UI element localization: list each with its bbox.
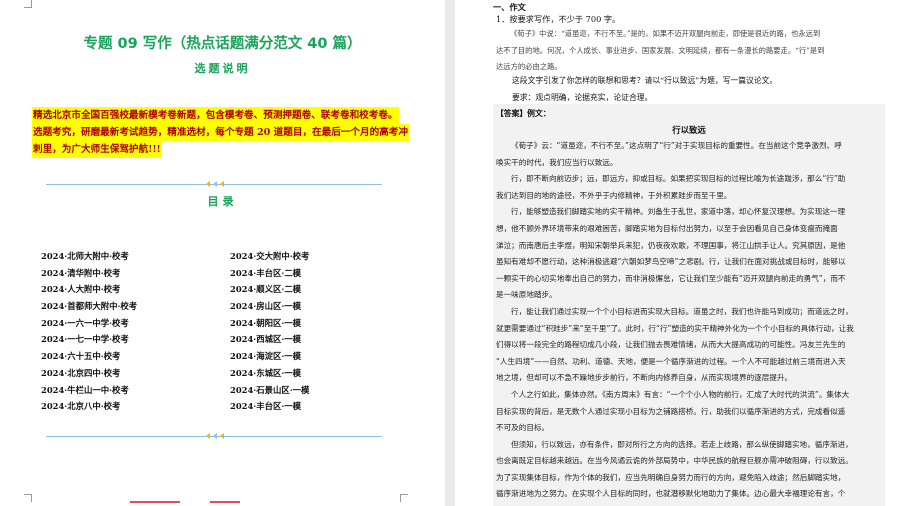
essay-line: 们得以将一段完全的路程切成几小段，让我们抛去畏难情绪，从而大大提高成功的可能性。… [496, 340, 846, 350]
highlight-line: 选题考究，研磨最新考试趋势，精准选材，每个专题 20 道题目，在最后一个月的高考… [32, 124, 409, 141]
toc-link[interactable]: 2024·海淀区·一模 [230, 348, 309, 365]
toc-link[interactable]: 2024·一六一中学·校考 [41, 315, 137, 332]
page-corner-mark [400, 494, 408, 502]
essay-line: 也会离既定目标越来越远。在当今风谲云诡的外部局势中，中华民族的航程巨舰亦需冲破阻… [496, 456, 853, 466]
essay-line: “人生四境”——自然、功利、道德、天地，便是一个循序渐进的过程。一个人不可能越过… [496, 356, 846, 366]
toc-link[interactable]: 2024·房山区·一模 [230, 298, 309, 315]
essay-line: 行，即不断向前迈步；远，即远方，抑或目标。如果把实现目标的过程比喻为长途跋涉，那… [511, 174, 846, 184]
answer-label: 【答案】例文： [496, 109, 551, 118]
highlight-line: 刺里，为广大师生保驾护航!!! [32, 141, 162, 158]
toc-divider-bottom [46, 433, 382, 439]
prompt-line: 这段文字引发了你怎样的联想和思考？请以“行以致远”为题，写一篇议论文。 [512, 76, 778, 85]
toc-link[interactable]: 2024·牛栏山一中·校考 [41, 382, 137, 399]
document-title: 专题 09 写作（热点话题满分范文 40 篇） [83, 36, 362, 52]
toc-link[interactable]: 2024·顺义区·二模 [230, 281, 309, 298]
essay-body: 《荀子》云：“道虽迩，不行不至。”这点明了“行”对于实现目标的重要性。在当前这个… [496, 138, 886, 503]
essay-line: 涕泣；而南唐后主李煜，明知宋朝举兵来犯，仍夜夜欢歌，不理国事，将江山拱手让人。究… [496, 240, 846, 250]
essay-line: 地之境，但却可以不急不躁地步步前行，不断向内修养自身，从而实现境界的逐层提升。 [496, 373, 793, 383]
essay-line: 《荀子》云：“道虽迩，不行不至。”这点明了“行”对于实现目标的重要性。在当前这个… [511, 141, 842, 150]
toc-link[interactable]: 2024·西城区·一模 [230, 331, 309, 348]
essay-line: 目标实现的背后，是无数个人通过实现小目标为之铺路搭桥。行，助我们以循序渐进的方式… [496, 406, 846, 416]
toc-link[interactable]: 2024·首都师大附中·校考 [41, 298, 137, 315]
toc-link[interactable]: 2024·朝阳区·一模 [230, 315, 309, 332]
essay-line: 想，他不顾外界环境带来的艰难困苦，脚踏实地为目标付出努力，以至于会因看见自己身体… [496, 223, 838, 233]
toc-title: 目录 [207, 195, 238, 208]
highlight-line: 精选北京市全国百强校最新模考卷新题，包含模考卷、预测押题卷、联考卷和校考卷。 [32, 107, 399, 124]
page-corner-mark [24, 0, 32, 8]
toc-link[interactable]: 2024·丰台区·二模 [230, 265, 309, 282]
toc-link[interactable]: 2024·北京八中·校考 [41, 398, 137, 415]
essay-line: 为了实现集体目标，作为个体的我们，应当先明确自身努力而行的方向，避免陷入歧途；然… [496, 472, 846, 482]
toc-link[interactable]: 2024·丰台区·一模 [230, 398, 309, 415]
essay-line: 但须知，行以致远，亦有条件，即对所行之方向的选择。若走上歧路，那么纵使脚踏实地，… [511, 439, 853, 449]
essay-line: 行，能让我们通过实现一个个小目标进而实现大目标。道虽之时，我们也许能马到成功；而… [511, 306, 853, 316]
question-line: 1．按要求写作，不少于 700 字。 [496, 14, 621, 24]
toc-link[interactable]: 2024·石景山区·一模 [230, 382, 309, 399]
essay-line: 就更需要通过“积跬步”来“至千里”了。此时，行“行”塑造的实干精神外化为一个个小… [496, 323, 854, 333]
document-page-left: 专题 09 写作（热点话题满分范文 40 篇） 选题说明 精选北京市全国百强校最… [0, 0, 445, 506]
toc-link[interactable]: 2024·六十五中·校考 [41, 348, 137, 365]
toc-link[interactable]: 2024·北京四中·校考 [41, 365, 137, 382]
divider-ornament-icon [206, 181, 224, 187]
highlighted-intro: 精选北京市全国百强校最新模考卷新题，包含模考卷、预测押题卷、联考卷和校考卷。 选… [32, 107, 409, 158]
toc-column-left: 2024·北师大附中·校考 2024·清华附中·校考 2024·人大附中·校考 … [41, 248, 137, 415]
essay-line: 唤实干的时代，我们应当行以致远。 [496, 157, 618, 167]
essay-line: 不可及的目标。 [496, 423, 550, 433]
essay-line: 虽知有难却不愿行动，这种消极逃避“六朝如梦鸟空啼”之悲剧。行，让我们在面对挑战或… [496, 257, 846, 267]
quote-paragraph: 《荀子》中说：“道虽迩，不行不至。”是的，如果不迈开双腿向前走，即使是很近的路，… [496, 26, 886, 76]
essay-title: 行以致远 [672, 125, 706, 135]
quote-line: 《荀子》中说：“道虽迩，不行不至。”是的，如果不迈开双腿向前走，即使是很近的路，… [510, 29, 821, 38]
toc-link[interactable]: 2024·人大附中·校考 [41, 281, 137, 298]
toc-column-right: 2024·交大附中·校考 2024·丰台区·二模 2024·顺义区·二模 202… [230, 248, 309, 415]
toc-link[interactable]: 2024·东城区·一模 [230, 365, 309, 382]
page-corner-mark [24, 494, 32, 502]
essay-line: 一颗实干的心切实地奉出自己的努力，而非消极懈怠，它让我们至少能有“迈开双腿向前走… [496, 273, 846, 283]
next-page-peek [100, 499, 280, 503]
toc-link[interactable]: 2024·交大附中·校考 [230, 248, 309, 265]
essay-line: 我们达到目的地的途径，不外乎于内修精神，于外积累跬步而至千里。 [496, 190, 732, 200]
essay-line: 行，能够塑造我们脚踏实地的实干精神。刘备生于乱世，家道中落，却心怀复汉理想。为实… [511, 207, 846, 217]
toc-link[interactable]: 2024·清华附中·校考 [41, 265, 137, 282]
requirement-line: 要求：观点明确，论据充实，论证合理。 [512, 93, 653, 102]
toc-link[interactable]: 2024·一七一中学·校考 [41, 331, 137, 348]
essay-line: 个人之行如此，集体亦然。《南方周末》有言：“一个个小人物的前行，汇成了大时代的洪… [511, 389, 850, 399]
page-gap [445, 0, 455, 506]
divider-ornament-icon [206, 433, 224, 439]
essay-line: 是一味原地踏步。 [496, 290, 557, 300]
section-subtitle: 选题说明 [194, 62, 251, 75]
toc-link[interactable]: 2024·北师大附中·校考 [41, 248, 137, 265]
essay-line: 循序渐进地为之努力。在实现个人目标的同时，也就潜移默化地助力了集体。边心最大幸福… [496, 489, 846, 499]
quote-line: 达不了目的地。何况，个人成长、事业进步、国家发展、文明延续，都有一条漫长的路要走… [496, 45, 825, 55]
toc-divider-top [46, 181, 382, 187]
